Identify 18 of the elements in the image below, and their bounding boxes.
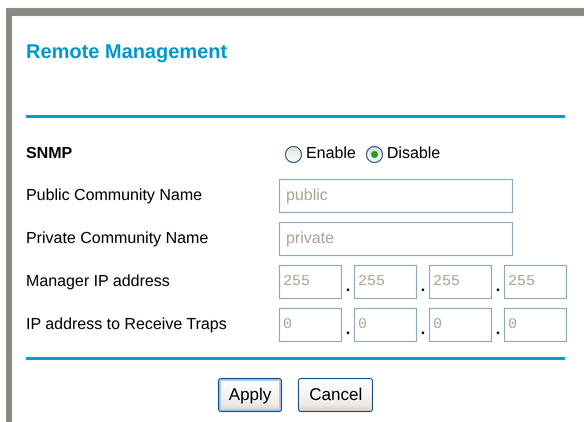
action-button[interactable]: Cancel (298, 378, 374, 412)
field-label: IP address to Receive Traps (26, 314, 228, 334)
dot-separator: . (494, 277, 502, 297)
field-label: Private Community Name (26, 228, 210, 248)
dot-separator: . (420, 277, 426, 297)
field-label: Public Community Name (26, 186, 204, 206)
snmp-label: SNMP (26, 144, 74, 164)
dot-separator: . (344, 320, 352, 340)
radio-button[interactable] (366, 146, 383, 162)
action-button[interactable]: Apply (218, 378, 282, 412)
radio-button[interactable] (285, 146, 302, 162)
radio-label[interactable]: Enable (306, 142, 356, 166)
dot-separator: . (420, 320, 426, 340)
dot-separator: . (344, 277, 352, 297)
field-label: Manager IP address (26, 272, 171, 292)
page-title: Remote Management (26, 40, 228, 65)
radio-label[interactable]: Disable (386, 142, 440, 166)
dot-separator: . (494, 320, 502, 340)
